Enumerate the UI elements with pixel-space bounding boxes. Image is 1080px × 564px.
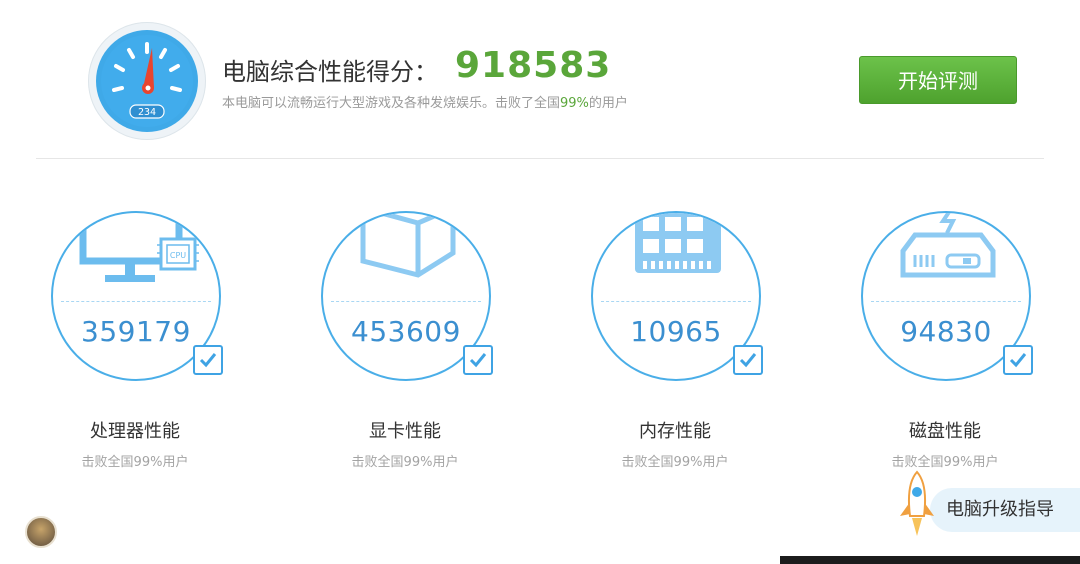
circle-divider [871,301,1021,302]
gauge-readout: 234 [138,107,156,118]
memory-score: 10965 [630,315,722,348]
rocket-icon [896,470,938,540]
checkbox-icon[interactable] [193,345,223,375]
disk-score: 94830 [900,315,992,348]
gpu-label: 显卡性能 [369,421,441,442]
desc-suffix: 的用户 [588,96,628,111]
checkbox-icon[interactable] [1003,345,1033,375]
cpu-score: 359179 [81,315,191,348]
disk-label: 磁盘性能 [909,421,981,442]
circle-divider [61,301,211,302]
memory-rank: 击败全国99%用户 [621,455,729,470]
score-title: 电脑综合性能得分： [222,58,438,86]
cpu-rank: 击败全国99%用户 [81,455,189,470]
circle-divider [331,301,481,302]
disk-score-card: 94830 磁盘性能 击败全国99%用户 [845,205,1045,485]
checkbox-icon[interactable] [463,345,493,375]
start-benchmark-button[interactable]: 开始评测 [859,56,1017,104]
checkbox-icon[interactable] [733,345,763,375]
memory-module-icon [635,213,721,273]
total-score: 918583 [455,45,612,86]
taskbar-strip [780,556,1080,564]
desc-percent: 99% [560,96,589,111]
upgrade-guide-label: 电脑升级指导 [946,499,1054,520]
user-avatar[interactable] [25,516,57,548]
divider [36,158,1044,159]
cpu-chip-label: CPU [170,251,186,260]
cpu-score-card: CPU 359179 处理器性能 击败全国99%用户 [35,205,235,485]
cpu-label: 处理器性能 [90,421,180,442]
memory-score-card: 10965 内存性能 击败全国99%用户 [575,205,775,485]
gpu-score-card: 453609 显卡性能 击败全国99%用户 [305,205,505,485]
disk-drive-icon [900,213,996,278]
upgrade-guide-button[interactable]: 电脑升级指导 [930,488,1080,532]
monitor-cpu-icon: CPU [79,213,199,282]
gpu-score: 453609 [351,315,461,348]
circle-divider [601,301,751,302]
performance-gauge: 234 [88,22,206,140]
speedometer-icon: 234 [96,30,198,132]
memory-label: 内存性能 [639,421,711,442]
desc-prefix: 本电脑可以流畅运行大型游戏及各种发烧娱乐。击败了全国 [222,96,561,111]
gpu-rank: 击败全国99%用户 [351,455,459,470]
disk-rank: 击败全国99%用户 [891,455,999,470]
graphics-cube-icon [360,213,456,278]
score-description: 本电脑可以流畅运行大型游戏及各种发烧娱乐。击败了全国99%的用户 [222,92,628,111]
